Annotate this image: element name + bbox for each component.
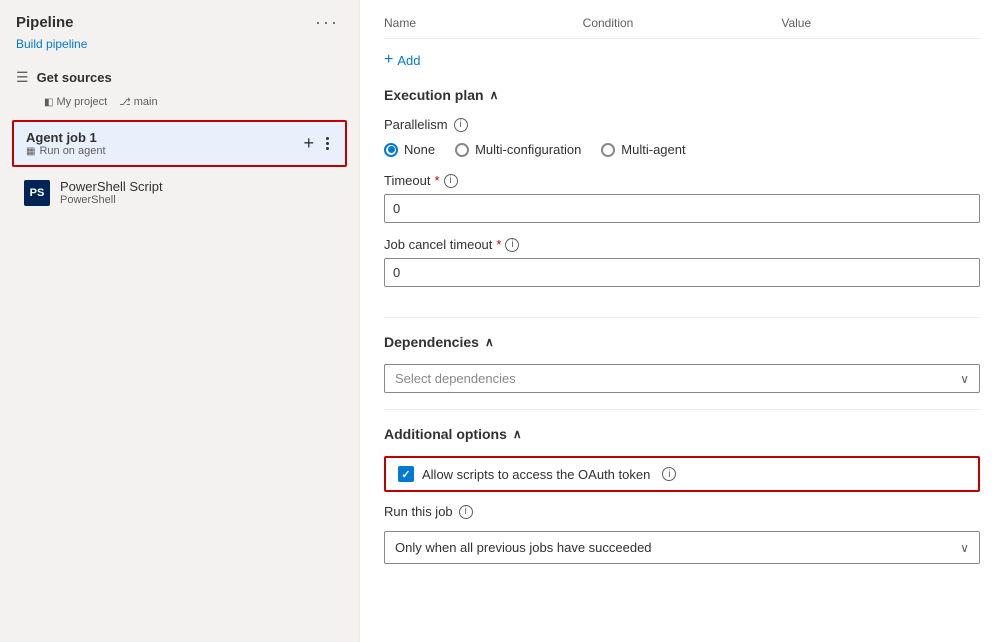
radio-multi-config[interactable]: Multi-configuration bbox=[455, 142, 581, 157]
oauth-info-icon[interactable]: i bbox=[662, 467, 676, 481]
checkbox-check-icon: ✓ bbox=[401, 468, 410, 481]
timeout-input[interactable] bbox=[384, 194, 980, 223]
get-sources-row: ☰ Get sources bbox=[0, 61, 359, 94]
dependencies-dropdown-chevron: ∨ bbox=[960, 372, 969, 386]
job-cancel-input[interactable] bbox=[384, 258, 980, 287]
agent-job-title: Agent job 1 bbox=[26, 130, 106, 145]
radio-multi-agent[interactable]: Multi-agent bbox=[601, 142, 685, 157]
job-cancel-required-star: * bbox=[496, 237, 501, 252]
pipeline-subtitle: Build pipeline bbox=[0, 37, 359, 61]
project-icon: ◧ bbox=[44, 97, 53, 108]
radio-multi-agent-circle bbox=[601, 143, 615, 157]
oauth-checkbox-row[interactable]: ✓ Allow scripts to access the OAuth toke… bbox=[384, 456, 980, 492]
radio-none[interactable]: None bbox=[384, 142, 435, 157]
dependencies-chevron: ∧ bbox=[485, 335, 494, 349]
timeout-required-star: * bbox=[434, 173, 439, 188]
sidebar-header: Pipeline ··· bbox=[0, 0, 359, 37]
project-label: ◧ My project bbox=[44, 96, 107, 108]
run-job-dropdown-chevron: ∨ bbox=[960, 541, 969, 555]
agent-job-more-button[interactable] bbox=[322, 135, 333, 152]
powershell-sub: PowerShell bbox=[60, 194, 163, 206]
powershell-label: PowerShell Script PowerShell bbox=[60, 179, 163, 206]
get-sources-meta: ◧ My project ⎇ main bbox=[0, 94, 359, 116]
run-job-row: Run this job i bbox=[384, 504, 980, 519]
oauth-checkbox[interactable]: ✓ bbox=[398, 466, 414, 482]
dependencies-dropdown[interactable]: Select dependencies ∨ bbox=[384, 364, 980, 393]
col-condition: Condition bbox=[583, 16, 782, 30]
powershell-title: PowerShell Script bbox=[60, 179, 163, 194]
agent-job-add-button[interactable]: + bbox=[303, 133, 314, 154]
job-cancel-label: Job cancel timeout * i bbox=[384, 237, 980, 252]
branch-label: ⎇ main bbox=[119, 96, 157, 108]
table-header-row: Name Condition Value bbox=[384, 16, 980, 39]
agent-job-sub: ▦ Run on agent bbox=[26, 145, 106, 157]
oauth-checkbox-label: Allow scripts to access the OAuth token bbox=[422, 467, 650, 482]
main-inner: Name Condition Value + Add Execution pla… bbox=[360, 0, 1004, 580]
run-job-dropdown[interactable]: Only when all previous jobs have succeed… bbox=[384, 531, 980, 564]
divider-1 bbox=[384, 317, 980, 318]
pipeline-title: Pipeline bbox=[16, 14, 74, 31]
agent-job-actions: + bbox=[303, 133, 333, 154]
col-name: Name bbox=[384, 16, 583, 30]
more-options-button[interactable]: ··· bbox=[311, 12, 343, 33]
branch-icon: ⎇ bbox=[119, 97, 131, 108]
add-btn-row: + Add bbox=[384, 51, 980, 69]
run-job-info-icon[interactable]: i bbox=[459, 505, 473, 519]
sidebar: Pipeline ··· Build pipeline ☰ Get source… bbox=[0, 0, 360, 642]
additional-options-chevron: ∧ bbox=[513, 427, 522, 441]
col-value: Value bbox=[781, 16, 980, 30]
timeout-info-icon[interactable]: i bbox=[444, 174, 458, 188]
pipeline-section-icon: ☰ bbox=[16, 69, 29, 86]
get-sources-label: Get sources bbox=[37, 70, 112, 85]
add-plus-icon: + bbox=[384, 51, 393, 69]
main-content: Name Condition Value + Add Execution pla… bbox=[360, 0, 1004, 642]
dependencies-placeholder: Select dependencies bbox=[395, 371, 516, 386]
agent-icon: ▦ bbox=[26, 146, 35, 157]
timeout-label: Timeout * i bbox=[384, 173, 980, 188]
execution-plan-header[interactable]: Execution plan ∧ bbox=[384, 87, 980, 103]
parallelism-info-icon[interactable]: i bbox=[454, 118, 468, 132]
divider-2 bbox=[384, 409, 980, 410]
dependencies-header[interactable]: Dependencies ∧ bbox=[384, 334, 980, 350]
add-button[interactable]: + Add bbox=[384, 51, 420, 69]
run-job-dropdown-value: Only when all previous jobs have succeed… bbox=[395, 540, 652, 555]
additional-options-header[interactable]: Additional options ∧ bbox=[384, 426, 980, 442]
radio-none-circle bbox=[384, 143, 398, 157]
job-cancel-info-icon[interactable]: i bbox=[505, 238, 519, 252]
execution-plan-chevron: ∧ bbox=[490, 88, 499, 102]
agent-job-row[interactable]: Agent job 1 ▦ Run on agent + bbox=[12, 120, 347, 167]
powershell-row[interactable]: PS PowerShell Script PowerShell bbox=[0, 171, 359, 214]
parallelism-row: Parallelism i bbox=[384, 117, 980, 132]
agent-job-info: Agent job 1 ▦ Run on agent bbox=[26, 130, 106, 157]
powershell-icon: PS bbox=[24, 180, 50, 206]
run-job-label: Run this job bbox=[384, 504, 453, 519]
parallelism-radio-group: None Multi-configuration Multi-agent bbox=[384, 142, 980, 157]
radio-multi-config-circle bbox=[455, 143, 469, 157]
